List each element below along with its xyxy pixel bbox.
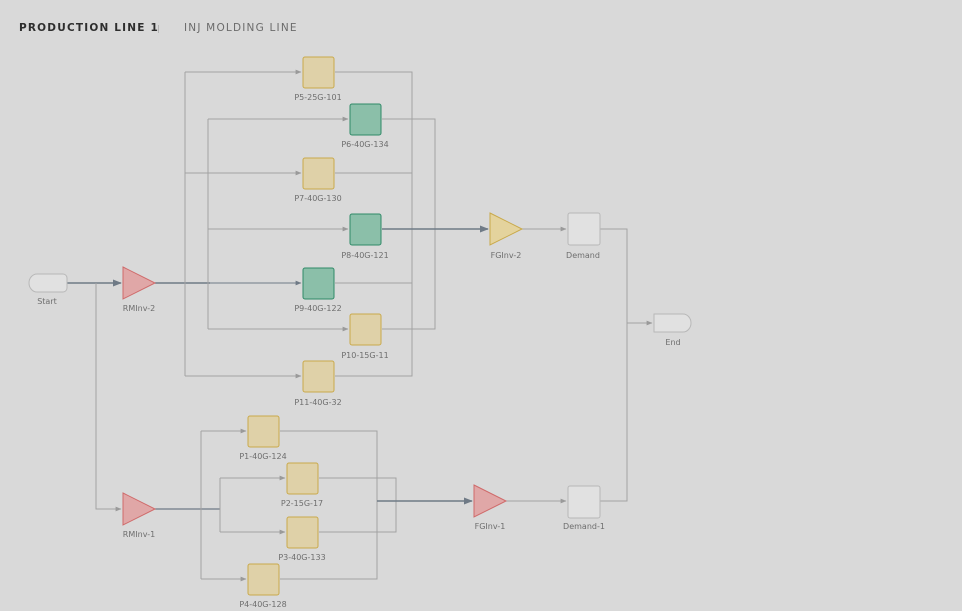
demand-1-node[interactable] [567, 485, 601, 519]
process-p3[interactable] [286, 516, 319, 549]
process-p6[interactable] [349, 103, 382, 136]
edges-lower [155, 428, 567, 582]
rminv-1-node[interactable] [122, 492, 157, 526]
p11-label: P11-40G-32 [294, 398, 341, 407]
fginv-1-label: FGInv-1 [475, 522, 506, 531]
demand-node[interactable] [567, 212, 601, 246]
process-p9[interactable] [302, 267, 335, 300]
process-p7[interactable] [302, 157, 335, 190]
p5-label: P5-25G-101 [294, 93, 341, 102]
fginv-2-node[interactable] [489, 212, 524, 246]
edges-upper [67, 69, 653, 512]
p8-label: P8-40G-121 [341, 251, 388, 260]
rminv-1-label: RMInv-1 [123, 530, 155, 539]
flow-diagram: Start RMInv-2 RMInv-1 P5-25G-101 P6-40G-… [28, 56, 692, 609]
end-label: End [665, 338, 680, 347]
demand-label: Demand [566, 251, 600, 260]
p7-label: P7-40G-130 [294, 194, 341, 203]
process-p8[interactable] [349, 213, 382, 246]
p4-label: P4-40G-128 [239, 600, 286, 609]
process-p10[interactable] [349, 313, 382, 346]
p9-label: P9-40G-122 [294, 304, 341, 313]
start-label: Start [37, 297, 57, 306]
process-p4[interactable] [247, 563, 280, 596]
p3-label: P3-40G-133 [278, 553, 325, 562]
end-node[interactable] [653, 313, 692, 333]
p2-label: P2-15G-17 [281, 499, 323, 508]
p6-label: P6-40G-134 [341, 140, 388, 149]
process-p11[interactable] [302, 360, 335, 393]
p10-label: P10-15G-11 [341, 351, 388, 360]
p1-label: P1-40G-124 [239, 452, 286, 461]
process-p2[interactable] [286, 462, 319, 495]
fginv-2-label: FGInv-2 [491, 251, 522, 260]
fginv-1-node[interactable] [473, 484, 508, 518]
rminv-2-label: RMInv-2 [123, 304, 155, 313]
start-node[interactable] [28, 273, 68, 293]
rminv-2-node[interactable] [122, 266, 157, 300]
process-p5[interactable] [302, 56, 335, 89]
process-p1[interactable] [247, 415, 280, 448]
demand-1-label: Demand-1 [563, 522, 605, 531]
